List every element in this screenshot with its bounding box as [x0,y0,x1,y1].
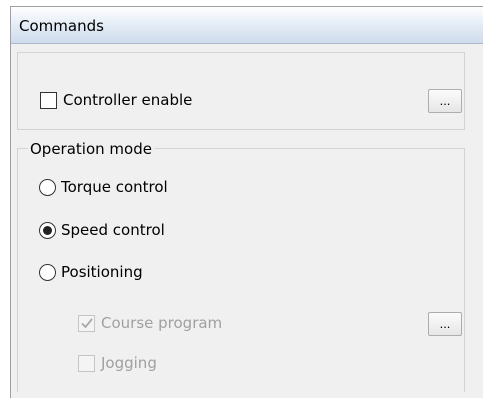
course-program-label[interactable]: Course program [101,314,222,332]
panel-header: Commands [11,7,483,44]
radio-positioning-button[interactable] [39,263,56,281]
radio-dot-icon [43,225,52,235]
radio-speed-control-label[interactable]: Speed control [61,221,165,239]
controller-enable-checkbox[interactable] [40,91,57,109]
course-program-more-button[interactable]: ... [428,312,462,336]
jogging-row[interactable]: Jogging [78,353,157,373]
radio-torque-control-button[interactable] [39,178,56,196]
controller-enable-label[interactable]: Controller enable [63,91,192,109]
radio-speed-control-button[interactable] [39,221,56,239]
radio-positioning[interactable]: Positioning [39,262,143,282]
jogging-label[interactable]: Jogging [101,354,157,372]
radio-speed-control[interactable]: Speed control [39,220,165,240]
course-program-checkbox[interactable] [78,314,95,332]
radio-positioning-label[interactable]: Positioning [61,263,143,281]
controller-more-button[interactable]: ... [428,89,462,113]
operation-mode-legend: Operation mode [28,140,154,158]
course-program-row[interactable]: Course program [78,313,222,333]
controller-enable-row[interactable]: Controller enable [40,90,192,110]
jogging-checkbox[interactable] [78,354,95,372]
radio-torque-control[interactable]: Torque control [39,177,168,197]
check-icon [81,317,93,328]
panel-title: Commands [19,17,104,35]
radio-torque-control-label[interactable]: Torque control [61,178,168,196]
